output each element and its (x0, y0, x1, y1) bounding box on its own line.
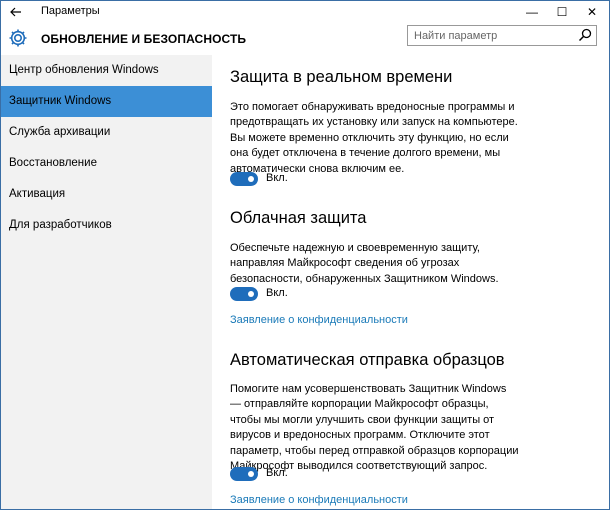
title-bar: Параметры — ☐ ✕ (1, 1, 609, 23)
section-description: Обеспечьте надежную и своевременную защи… (230, 242, 499, 285)
section-description: Помогите нам усовершенствовать Защитник … (230, 383, 519, 473)
search-input[interactable] (414, 26, 574, 45)
back-button[interactable] (5, 1, 27, 23)
sidebar: Центр обновления Windows Защитник Window… (1, 55, 212, 509)
section-title-sample-submission: Автоматическая отправка образцов (230, 351, 505, 369)
section-title-realtime-protection: Защита в реальном времени (230, 68, 453, 86)
sidebar-item-backup[interactable]: Служба архивации (1, 117, 212, 148)
privacy-statement-link[interactable]: Заявление о конфиденциальности (230, 314, 408, 326)
toggle-knob (248, 176, 254, 182)
realtime-protection-toggle[interactable] (230, 172, 258, 186)
toggle-state-label: Вкл. (266, 287, 288, 299)
section-description: Это помогает обнаруживать вредоносные пр… (230, 101, 518, 175)
sidebar-item-recovery[interactable]: Восстановление (1, 148, 212, 179)
close-button[interactable]: ✕ (577, 1, 607, 23)
gear-icon (9, 29, 27, 47)
toggle-state-label: Вкл. (266, 467, 288, 479)
sample-submission-toggle[interactable] (230, 467, 258, 481)
sidebar-item-for-developers[interactable]: Для разработчиков (1, 210, 212, 241)
sidebar-item-label: Восстановление (9, 157, 97, 169)
sidebar-item-windows-defender[interactable]: Защитник Windows (1, 86, 212, 117)
arrow-left-icon (10, 7, 21, 17)
search-icon[interactable] (578, 28, 592, 42)
toggle-state-label: Вкл. (266, 172, 288, 184)
toggle-knob (248, 291, 254, 297)
minimize-button[interactable]: — (517, 1, 547, 23)
toggle-knob (248, 471, 254, 477)
minimize-icon: — (526, 5, 538, 19)
window-title: Параметры (41, 5, 100, 17)
maximize-button[interactable]: ☐ (547, 1, 577, 23)
sidebar-item-activation[interactable]: Активация (1, 179, 212, 210)
main-content: Защита в реальном времени Это помогает о… (212, 55, 609, 509)
search-box[interactable] (407, 25, 597, 46)
cloud-protection-toggle[interactable] (230, 287, 258, 301)
privacy-statement-link[interactable]: Заявление о конфиденциальности (230, 494, 408, 506)
sidebar-item-label: Служба архивации (9, 126, 111, 138)
section-title-cloud-protection: Облачная защита (230, 209, 367, 227)
sidebar-item-label: Защитник Windows (9, 95, 112, 107)
sidebar-item-label: Активация (9, 188, 66, 200)
page-title: ОБНОВЛЕНИЕ И БЕЗОПАСНОСТЬ (41, 32, 247, 46)
sidebar-item-label: Для разработчиков (9, 219, 112, 231)
close-icon: ✕ (586, 5, 598, 19)
sidebar-item-label: Центр обновления Windows (9, 64, 159, 76)
settings-window: Параметры — ☐ ✕ ОБНОВЛЕНИЕ И БЕЗОПАСНОСТ… (0, 0, 610, 510)
maximize-icon: ☐ (556, 5, 568, 19)
sidebar-item-windows-update[interactable]: Центр обновления Windows (1, 55, 212, 86)
